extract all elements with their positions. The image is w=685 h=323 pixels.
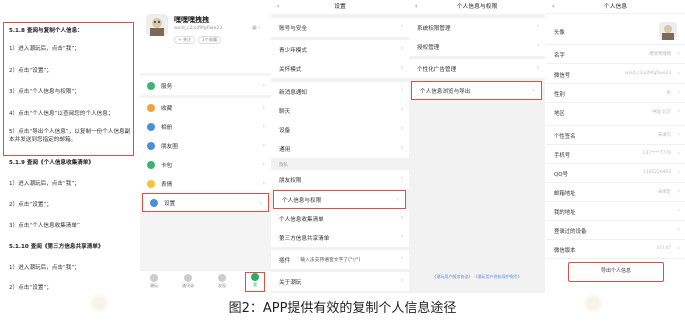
- info-row-email[interactable]: 邮箱地址 未绑定 ›: [546, 184, 685, 202]
- status-tag[interactable]: + 关注: [174, 36, 196, 44]
- chevron-right-icon: ›: [536, 23, 539, 30]
- page-title: 个人信息与权限: [456, 4, 498, 10]
- menu-album[interactable]: 相册 ›: [140, 117, 271, 136]
- info-row-signature[interactable]: 个性签名 未填写 ›: [546, 127, 685, 145]
- tab-me[interactable]: 我: [245, 272, 265, 292]
- guide-step: 1）进入潮玩后，点击“我”；: [9, 46, 80, 52]
- me-screen: 嘿嘿嘿拽拽 wxid_c2iojf9fgfiwe23 ▦ › + 关注 1个收藏…: [140, 0, 271, 293]
- guide-heading-5110: 5.1.10 查阅《第三方信息共享清单》: [9, 244, 104, 250]
- agreement-links[interactable]: 《潮玩用户服务协议》 《潮玩用户隐私保护指引》: [409, 274, 545, 280]
- info-row-qq[interactable]: QQ号 1102226463 ›: [546, 165, 685, 183]
- permissions-screen: ‹ 个人信息与权限 系统权限管理 › 授权管理 › 个性化广告管理 › 个人信息浏览与导…: [409, 0, 545, 293]
- perm-item-system[interactable]: 系统权限管理 ›: [409, 18, 545, 37]
- info-row-wechat-id[interactable]: 微信号 wxid_c2iojf9fgfiwe23 ›: [546, 66, 685, 84]
- info-row-devices[interactable]: 登录过的设备 ›: [546, 222, 685, 240]
- bottom-tab-bar: 潮玩 通讯录 发现 我: [140, 270, 271, 293]
- compass-icon: [218, 274, 226, 282]
- tab-home[interactable]: 潮玩: [144, 274, 164, 289]
- settings-item-third-party-list[interactable]: 第三方信息共享清单 ›: [271, 228, 409, 247]
- info-row-gender[interactable]: 性别男 ›: [546, 85, 685, 103]
- qr-code-icon[interactable]: ▦ ›: [252, 25, 260, 31]
- settings-item-account[interactable]: 账号与安全 ›: [271, 18, 409, 37]
- guide-heading-519: 5.1.9 查阅《个人信息收集清单》: [9, 160, 94, 166]
- settings-item-notify[interactable]: 新消息通知 ›: [271, 82, 409, 101]
- profile-header[interactable]: 嘿嘿嘿拽拽 wxid_c2iojf9fgfiwe23 ▦ › + 关注 1个收藏: [140, 0, 271, 73]
- back-arrow-icon[interactable]: ‹: [552, 0, 554, 14]
- tab-contacts[interactable]: 通讯录: [178, 274, 198, 289]
- collect-tag[interactable]: 1个收藏: [198, 36, 222, 44]
- back-arrow-icon[interactable]: ‹: [277, 0, 279, 14]
- settings-item-personal-info-perm[interactable]: 个人信息与权限 ›: [273, 190, 406, 209]
- guide-step: 3）点击“个人信息与权限”；: [9, 89, 80, 95]
- chevron-right-icon: ›: [262, 82, 265, 89]
- avatar[interactable]: [146, 14, 168, 36]
- settings-item-teen[interactable]: 青少年模式 ›: [271, 40, 409, 59]
- settings-item-device[interactable]: 设备 ›: [271, 120, 409, 139]
- back-arrow-icon[interactable]: ‹: [415, 0, 417, 14]
- menu-moments[interactable]: 朋友圈 ›: [140, 136, 271, 155]
- guide-step: 2）点击“设置”；: [9, 285, 52, 291]
- settings-item-care[interactable]: 关怀模式 ›: [271, 59, 409, 78]
- info-row-name[interactable]: 名字 嘿嘿嘿拽拽 ›: [546, 46, 685, 64]
- guide-panel: 5.1.8 查阅与复制个人信息： 1）进入潮玩后，点击“我”； 2）点击“设置”…: [0, 0, 140, 293]
- profile-userid: wxid_c2iojf9fgfiwe23: [174, 26, 223, 31]
- contacts-icon: [184, 274, 192, 282]
- sticker-icon: [147, 179, 155, 188]
- favorites-icon: [147, 103, 155, 112]
- person-icon: [251, 273, 259, 281]
- settings-item-plugins[interactable]: 插件 输入法支持语音文字了(°▽°) ›: [271, 250, 409, 269]
- perm-item-auth[interactable]: 授权管理 ›: [409, 37, 545, 56]
- gear-icon: [150, 198, 158, 207]
- menu-service[interactable]: 服务 ›: [140, 76, 271, 95]
- settings-item-collection-list[interactable]: 个人信息收集清单 ›: [271, 209, 409, 228]
- avatar: [659, 22, 677, 40]
- guide-step: 1）进入潮玩后，点击“我”；: [9, 181, 80, 187]
- settings-item-about[interactable]: 关于潮玩 ›: [271, 272, 409, 291]
- guide-step: 5）点击“导出个人信息”，以复制一份个人信息副本并发送到您指定的邮箱。: [9, 129, 131, 144]
- page-title: 设置: [334, 4, 346, 10]
- perm-header: ‹ 个人信息与权限: [409, 0, 545, 14]
- info-row-avatar[interactable]: 头像: [546, 19, 685, 45]
- album-icon: [147, 122, 155, 131]
- privacy-section-label: 隐私: [279, 163, 288, 168]
- info-row-address[interactable]: 我的地址 ›: [546, 203, 685, 221]
- guide-step: 4）点击“个人信息”以查阅您的个人信息；: [9, 111, 114, 117]
- export-personal-info-button[interactable]: 导出个人信息: [568, 262, 664, 282]
- info-row-version[interactable]: 微信版本 8.0.47 ›: [546, 241, 685, 259]
- personal-info-screen: ‹ 个人信息 头像 名字 嘿嘿嘿拽拽 › 微信号 wxid_c2iojf9fgfiwe2…: [546, 0, 685, 293]
- guide-step: 2）点击“设置”；: [9, 68, 52, 74]
- menu-cards[interactable]: 卡包 ›: [140, 155, 271, 174]
- card-icon: [147, 160, 155, 169]
- service-icon: [147, 81, 155, 90]
- tab-discover[interactable]: 发现: [212, 274, 232, 289]
- settings-screen: ‹ 设置 账号与安全 › 青少年模式 › 关怀模式 › 新消息通知 › 聊天 › 设备 › 通…: [271, 0, 409, 293]
- settings-item-friend-perm[interactable]: 朋友权限 ›: [271, 170, 409, 189]
- guide-step: 1）进入潮玩后，点击“我”；: [9, 265, 80, 271]
- perm-item-export[interactable]: 个人信息浏览与导出 ›: [411, 81, 542, 100]
- info-row-region[interactable]: 地区 中国 北京 ›: [546, 104, 685, 126]
- guide-step: 3）点击“个人信息收集清单”: [9, 223, 80, 229]
- perm-item-ads[interactable]: 个性化广告管理 ›: [409, 59, 545, 78]
- menu-settings[interactable]: 设置 ›: [142, 193, 269, 212]
- info-row-phone[interactable]: 手机号 137****7776 ›: [546, 146, 685, 164]
- chevron-right-icon: ›: [400, 23, 403, 30]
- settings-header: ‹ 设置: [271, 0, 409, 14]
- guide-step: 2）点击“设置”；: [9, 202, 52, 208]
- figure-caption: 图2：APP提供有效的复制个人信息途径: [228, 301, 457, 316]
- settings-item-chat[interactable]: 聊天 ›: [271, 101, 409, 120]
- menu-favorites[interactable]: 收藏 ›: [140, 98, 271, 117]
- guide-heading-518: 5.1.8 查阅与复制个人信息：: [9, 28, 83, 34]
- moments-icon: [147, 141, 155, 150]
- settings-item-general[interactable]: 通用 ›: [271, 139, 409, 158]
- menu-stickers[interactable]: 表情 ›: [140, 174, 271, 193]
- page-title: 个人信息: [603, 4, 628, 10]
- info-header: ‹ 个人信息: [546, 0, 685, 14]
- profile-username: 嘿嘿嘿拽拽: [174, 16, 209, 24]
- chat-icon: [150, 274, 158, 282]
